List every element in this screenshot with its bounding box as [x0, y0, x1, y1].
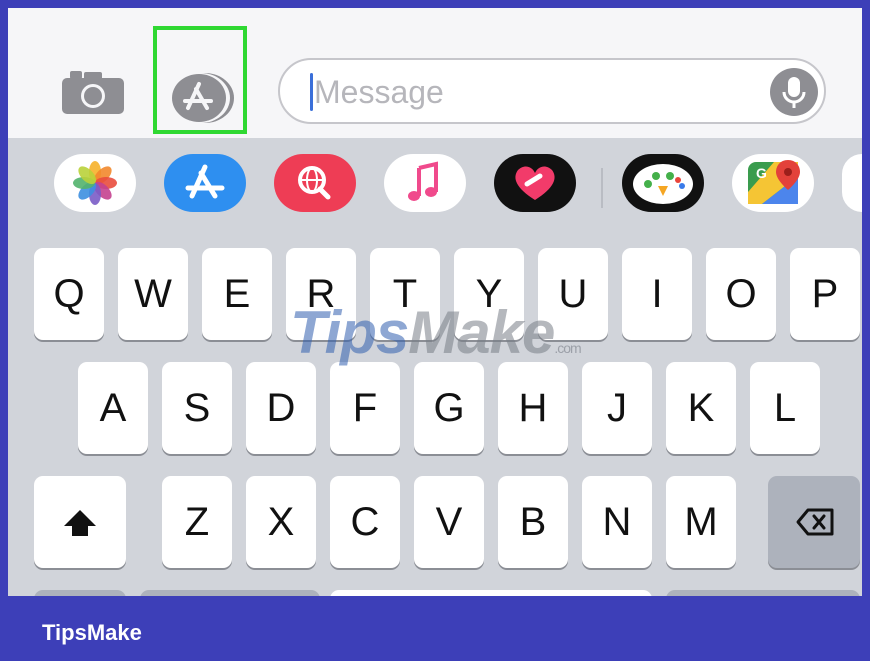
app-store-app-button[interactable]	[164, 154, 246, 212]
space-key[interactable]	[330, 590, 652, 596]
key-d[interactable]: D	[246, 362, 316, 454]
message-placeholder: Message	[314, 74, 444, 110]
svg-text:G: G	[756, 165, 767, 181]
watermark-brand-b: Make	[408, 299, 555, 366]
key-w[interactable]: W	[118, 248, 188, 340]
key-e[interactable]: E	[202, 248, 272, 340]
watermark-brand-a: Tips	[290, 299, 409, 366]
backspace-key[interactable]	[768, 476, 860, 568]
game-app-icon	[633, 164, 693, 204]
key-m[interactable]: M	[666, 476, 736, 568]
key-k[interactable]: K	[666, 362, 736, 454]
return-key[interactable]	[666, 590, 860, 596]
web-search-app-button[interactable]	[274, 154, 356, 212]
key-v[interactable]: V	[414, 476, 484, 568]
key-x[interactable]: X	[246, 476, 316, 568]
message-toolbar: Message	[8, 8, 862, 138]
numbers-key[interactable]	[34, 590, 126, 596]
watermark-domain: .com	[554, 340, 581, 356]
app-store-button-highlight	[153, 26, 247, 134]
google-maps-icon: G	[748, 160, 800, 204]
google-maps-app-button[interactable]: G	[732, 154, 814, 212]
key-c[interactable]: C	[330, 476, 400, 568]
key-q[interactable]: Q	[34, 248, 104, 340]
camera-icon	[62, 71, 124, 114]
apps-divider	[601, 168, 603, 208]
key-o[interactable]: O	[706, 248, 776, 340]
key-j[interactable]: J	[582, 362, 652, 454]
message-input[interactable]: Message	[278, 58, 826, 124]
shift-arrow-icon	[64, 510, 96, 536]
app-store-button[interactable]	[171, 72, 235, 124]
text-cursor	[310, 73, 313, 111]
microphone-icon	[782, 77, 806, 108]
key-h[interactable]: H	[498, 362, 568, 454]
digital-touch-app-button[interactable]	[494, 154, 576, 212]
digital-touch-icon	[515, 166, 555, 200]
app-store-icon	[185, 164, 225, 199]
photos-app-button[interactable]	[54, 154, 136, 212]
web-search-icon	[298, 166, 331, 200]
key-p[interactable]: P	[790, 248, 860, 340]
shift-key[interactable]	[34, 476, 126, 568]
photos-app-icon	[73, 161, 117, 205]
key-b[interactable]: B	[498, 476, 568, 568]
more-apps-button[interactable]	[842, 154, 862, 212]
music-app-button[interactable]	[384, 154, 466, 212]
key-g[interactable]: G	[414, 362, 484, 454]
delete-icon	[796, 508, 834, 536]
emoji-key[interactable]	[140, 590, 320, 596]
watermark: TipsMake.com	[290, 298, 582, 367]
key-i[interactable]: I	[622, 248, 692, 340]
game-app-button[interactable]	[622, 154, 704, 212]
music-icon	[408, 161, 438, 201]
dictation-button[interactable]	[770, 68, 818, 116]
key-n[interactable]: N	[582, 476, 652, 568]
key-s[interactable]: S	[162, 362, 232, 454]
key-z[interactable]: Z	[162, 476, 232, 568]
footer-brand: TipsMake	[42, 620, 142, 645]
imessage-screen: Message G Q W E R T Y U I O P A S D F G …	[8, 8, 862, 596]
app-drawer: G	[8, 148, 862, 228]
app-store-icon	[172, 73, 234, 123]
key-f[interactable]: F	[330, 362, 400, 454]
key-l[interactable]: L	[750, 362, 820, 454]
key-a[interactable]: A	[78, 362, 148, 454]
camera-button[interactable]	[60, 68, 126, 116]
